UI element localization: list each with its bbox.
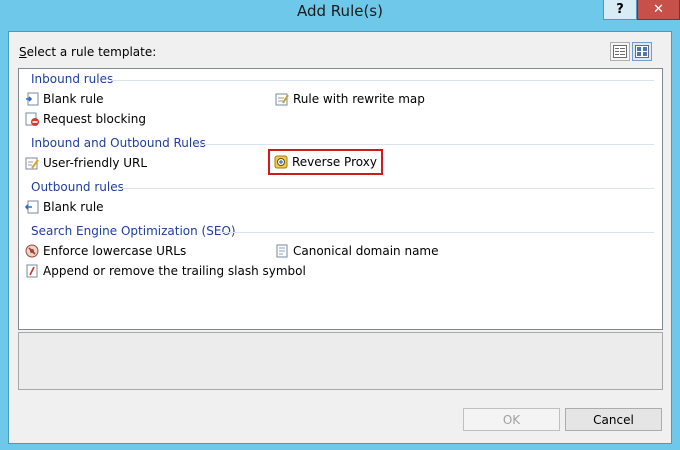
template-label: Request blocking — [43, 112, 146, 126]
select-template-label-accesskey: S — [19, 45, 27, 59]
trailing-slash-icon — [25, 264, 39, 278]
group-header-inbound: Inbound rules — [31, 72, 114, 86]
template-request-blocking[interactable]: Request blocking — [25, 112, 146, 126]
template-trailing-slash[interactable]: Append or remove the trailing slash symb… — [25, 264, 306, 278]
template-label: Append or remove the trailing slash symb… — [43, 264, 306, 278]
template-label: Enforce lowercase URLs — [43, 244, 187, 258]
close-icon: ✕ — [653, 2, 664, 17]
select-template-label: Select a rule template: — [19, 45, 156, 59]
group-divider — [121, 188, 654, 189]
tiles-view-icon — [635, 45, 649, 58]
user-friendly-url-icon — [25, 156, 39, 170]
ok-button[interactable]: OK — [463, 408, 560, 431]
details-view-button[interactable] — [610, 42, 630, 61]
template-user-friendly-url[interactable]: User-friendly URL — [25, 156, 147, 170]
group-divider — [111, 80, 654, 81]
dialog-body: Select a rule template: Inbound rules Bl… — [8, 31, 672, 444]
template-label: Reverse Proxy — [292, 155, 377, 169]
request-blocking-icon — [25, 112, 39, 126]
close-button[interactable]: ✕ — [637, 0, 680, 20]
tiles-view-button[interactable] — [632, 42, 652, 61]
template-label: User-friendly URL — [43, 156, 148, 170]
template-description-panel — [18, 332, 663, 390]
group-header-inbound-outbound: Inbound and Outbound Rules — [31, 136, 206, 150]
template-enforce-lowercase-urls[interactable]: Enforce lowercase URLs — [25, 244, 186, 258]
rule-template-list[interactable]: Inbound rules Blank rule Rule with rewri… — [18, 68, 663, 330]
title-bar[interactable]: Add Rule(s) ? ✕ — [0, 0, 680, 25]
template-label: Blank rule — [43, 200, 104, 214]
template-label: Canonical domain name — [293, 244, 439, 258]
help-button[interactable]: ? — [603, 0, 637, 20]
group-divider — [219, 232, 654, 233]
template-label: Blank rule — [43, 92, 104, 106]
lowercase-urls-icon — [25, 244, 39, 258]
rewrite-map-icon — [275, 92, 289, 106]
dialog-title: Add Rule(s) — [297, 2, 383, 20]
add-rules-dialog: Add Rule(s) ? ✕ Select a rule template: … — [0, 0, 680, 450]
template-blank-inbound-rule[interactable]: Blank rule — [25, 92, 104, 106]
help-icon: ? — [616, 2, 624, 17]
select-template-label-rest: elect a rule template: — [26, 45, 157, 59]
template-canonical-domain-name[interactable]: Canonical domain name — [275, 244, 439, 258]
group-header-outbound: Outbound rules — [31, 180, 124, 194]
template-label: Rule with rewrite map — [293, 92, 425, 106]
template-blank-outbound-rule[interactable]: Blank rule — [24, 200, 104, 214]
group-header-seo: Search Engine Optimization (SEO) — [31, 224, 236, 238]
template-rule-with-rewrite-map[interactable]: Rule with rewrite map — [275, 92, 425, 106]
details-view-icon — [613, 45, 627, 58]
blank-outbound-rule-icon — [24, 200, 39, 214]
blank-inbound-rule-icon — [25, 92, 39, 106]
canonical-domain-icon — [275, 244, 289, 258]
reverse-proxy-icon — [274, 155, 288, 169]
template-reverse-proxy[interactable]: Reverse Proxy — [268, 149, 383, 175]
cancel-button[interactable]: Cancel — [565, 408, 662, 431]
group-divider — [195, 144, 654, 145]
